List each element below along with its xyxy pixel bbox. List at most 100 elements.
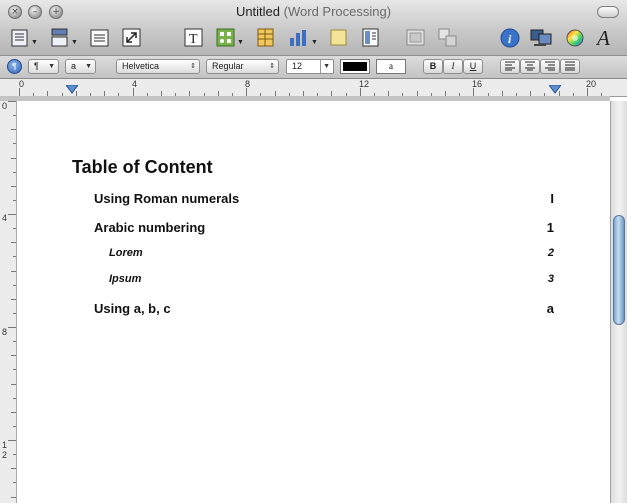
text-box-icon[interactable]: T [183,27,205,49]
group-icon[interactable] [437,27,459,49]
vruler-label: 2 [2,450,8,460]
sections-menu-chevron-icon[interactable]: ▼ [71,39,78,46]
inspector-columns-icon[interactable] [360,27,382,49]
vruler-tick [13,454,16,455]
vruler-tick [13,256,16,257]
ruler-tick [246,88,247,96]
view-icon[interactable] [10,27,32,49]
fonts-icon[interactable]: A [595,25,617,50]
vruler-tick [8,101,16,102]
vruler-tick [13,228,16,229]
shapes-icon[interactable] [215,27,237,49]
font-family-value: Helvetica [122,61,160,71]
font-style-select[interactable]: Regular ⇕ [206,59,279,74]
highlight-label: a [389,61,393,71]
info-icon[interactable]: i [499,27,521,49]
toc-entry[interactable]: Arabic numbering [94,220,205,235]
character-style-value: a [71,61,77,71]
adjust-image-icon[interactable] [530,27,552,49]
right-indent-marker-icon[interactable] [549,85,561,95]
media-icon[interactable] [405,27,427,49]
vruler-tick [11,299,16,300]
vruler-tick [11,384,16,385]
bold-label: B [429,61,437,71]
vruler-tick [13,482,16,483]
vruler-tick [13,172,16,173]
styles-drawer-icon[interactable]: ¶ [7,59,22,74]
italic-label: I [451,61,455,71]
toc-entry[interactable]: Using Roman numerals [94,191,239,206]
bold-button[interactable]: B [423,59,443,74]
fullscreen-icon[interactable] [121,27,143,49]
svg-text:A: A [595,26,610,49]
chevron-down-icon: ▼ [85,63,92,70]
text-color-well[interactable] [340,59,370,74]
app-window: × – + Untitled (Word Processing) ▼ ▼ T ▼ [0,0,627,503]
vruler-tick [11,242,16,243]
vruler-tick [13,398,16,399]
ruler-tick [19,88,20,96]
horizontal-ruler[interactable]: 0 4 8 12 16 20 [0,79,627,97]
vruler-tick [13,426,16,427]
chart-menu-chevron-icon[interactable]: ▼ [311,39,318,46]
vruler-label: 8 [2,327,8,337]
paragraph-style-select[interactable]: ¶ ▼ [28,59,59,74]
comment-icon[interactable] [328,27,350,49]
scrollbar-thumb[interactable] [613,215,625,325]
vruler-tick [11,497,16,498]
align-center-button[interactable] [520,59,540,74]
italic-button[interactable]: I [443,59,463,74]
table-icon[interactable] [255,27,277,49]
chevron-updown-icon: ⇕ [190,63,196,70]
align-left-button[interactable] [500,59,520,74]
vruler-tick [8,440,16,441]
toc-entry[interactable]: Using a, b, c [94,301,171,316]
svg-text:T: T [189,32,198,47]
document-page[interactable]: Table of Content Using Roman numerals I … [17,101,610,503]
font-family-select[interactable]: Helvetica ⇕ [116,59,200,74]
font-size-combo[interactable]: 12 ▼ [286,59,334,74]
format-bar: ¶ ¶ ▼ a ▼ Helvetica ⇕ Regular ⇕ 12 ▼ a B [0,56,627,79]
colors-icon[interactable] [564,27,586,49]
toc-page-number[interactable]: 1 [514,220,554,235]
document-type: (Word Processing) [283,4,392,19]
chevron-down-icon: ▼ [48,63,55,70]
vertical-ruler[interactable]: 0 4 8 1 2 [0,101,17,503]
vruler-tick [13,341,16,342]
underline-button[interactable]: U [463,59,483,74]
ruler-tick [473,88,474,96]
vruler-tick [11,129,16,130]
chart-icon[interactable] [287,27,309,49]
ruler-tick [133,88,134,96]
shapes-menu-chevron-icon[interactable]: ▼ [237,39,244,46]
vruler-tick [8,214,16,215]
vruler-tick [11,271,16,272]
toc-heading[interactable]: Table of Content [72,157,213,178]
chevron-down-icon: ▼ [320,60,330,73]
vruler-label: 4 [2,213,8,223]
vruler-label: 1 [2,440,8,450]
toolbar-toggle-button[interactable] [597,6,619,18]
sections-icon[interactable] [49,27,71,49]
align-center-icon [525,61,535,71]
character-style-select[interactable]: a ▼ [65,59,96,74]
align-justify-button[interactable] [560,59,580,74]
left-indent-marker-icon[interactable] [66,85,78,95]
toc-page-number[interactable]: I [514,191,554,206]
title-bar: × – + Untitled (Word Processing) ▼ ▼ T ▼ [0,0,627,56]
toc-subentry[interactable]: Ipsum [109,273,141,285]
toc-page-number[interactable]: a [514,301,554,316]
toc-page-number[interactable]: 2 [514,247,554,259]
toc-subentry[interactable]: Lorem [109,247,143,259]
vruler-tick [11,412,16,413]
align-right-button[interactable] [540,59,560,74]
toc-page-number[interactable]: 3 [514,273,554,285]
vruler-tick [11,355,16,356]
ruler-tick [360,88,361,96]
table-of-contents-icon[interactable] [89,27,111,49]
highlight-color-well[interactable]: a [376,59,406,74]
vruler-tick [13,200,16,201]
vertical-scrollbar[interactable] [610,101,627,503]
chevron-updown-icon: ⇕ [269,63,275,70]
view-menu-chevron-icon[interactable]: ▼ [31,39,38,46]
